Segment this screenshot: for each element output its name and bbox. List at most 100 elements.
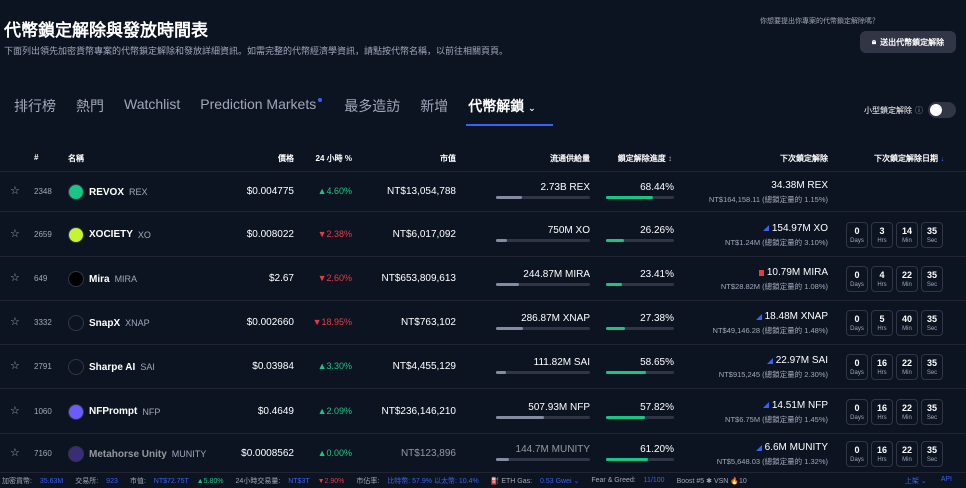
rank: 7160 [34, 449, 52, 458]
countdown-unit: Sec [926, 282, 938, 288]
page-title: 代幣鎖定解除與發放時間表 [4, 21, 208, 40]
progress-value: 57.82% [640, 401, 674, 413]
progress-bar-fill [606, 415, 646, 419]
coin-link[interactable]: Metahorse Unity MUNITY [68, 446, 206, 462]
countdown-unit: Hrs [877, 370, 887, 376]
header-progress[interactable]: 鎖定解除進度 ↕ [618, 153, 672, 164]
table-row[interactable]: ☆ 2659 XOCIETY XO $0.008022 ▼2.38% NT$6,017,09… [0, 212, 966, 257]
watchlist-star-icon[interactable]: ☆ [10, 227, 20, 240]
header-next-unlock[interactable]: 下次鎖定解除 [780, 153, 828, 164]
countdown-hrs: 3 Hrs [871, 221, 893, 248]
tab-prediction-markets[interactable]: Prediction Markets [200, 96, 323, 122]
supply-bar-fill [496, 327, 524, 330]
table-row[interactable]: ☆ 7160 Metahorse Unity MUNITY $0.0008562 ▲0.0… [0, 434, 966, 474]
unlock-type-icon [762, 402, 769, 408]
countdown-value: 0 [854, 358, 860, 368]
tab-trending[interactable]: 熱門 [76, 96, 104, 126]
tab-prediction-markets-label: Prediction Markets [200, 96, 317, 112]
coin-link[interactable]: REVOX REX [68, 184, 148, 200]
coin-name: Sharpe AI [89, 361, 136, 373]
tab-most-visited[interactable]: 最多造訪 [344, 96, 400, 126]
progress-value: 61.20% [640, 444, 674, 455]
watchlist-star-icon[interactable]: ☆ [10, 315, 20, 328]
submit-unlock-button[interactable]: 🔒︎ 送出代幣鎖定解除 [860, 31, 956, 53]
coin-link[interactable]: Sharpe AI SAI [68, 359, 155, 375]
next-unlock-detail: NT$6.75M (總鎖定量的 1.45%) [725, 414, 828, 424]
watchlist-star-icon[interactable]: ☆ [10, 404, 20, 417]
supply-value: 144.7M MUNITY [515, 444, 590, 455]
small-unlock-toggle[interactable] [928, 102, 956, 118]
countdown-min: 22 Min [896, 441, 918, 467]
countdown-value: 3 [879, 225, 885, 236]
header-change[interactable]: 24 小時 % [316, 153, 352, 164]
sharpe-icon [68, 359, 84, 375]
tab-token-unlocks-label: 代幣解鎖 [468, 98, 525, 114]
market-cap: NT$123,896 [400, 448, 456, 459]
countdown-unit: Hrs [877, 326, 887, 332]
header-supply[interactable]: 流通供給量 [550, 153, 590, 164]
countdown-unit: Min [902, 282, 912, 288]
watchlist-star-icon[interactable]: ☆ [10, 446, 20, 459]
tab-watchlist[interactable]: Watchlist [124, 96, 180, 122]
countdown-value: 4 [879, 270, 885, 280]
supply-value: 244.87M MIRA [523, 269, 590, 280]
unlock-type-icon [758, 269, 764, 276]
next-unlock-detail: NT$1.24M (總鎖定量的 3.10%) [725, 237, 828, 247]
progress-bar [606, 196, 674, 199]
tab-token-unlocks[interactable]: 代幣解鎖 ⌄ [468, 96, 535, 126]
table-row[interactable]: ☆ 1060 NFPrompt NFP $0.4649 ▲2.09% NT$236,146,… [0, 389, 966, 434]
progress-bar [606, 371, 674, 374]
unlock-type-icon [755, 444, 762, 451]
countdown-days: 0 Days [846, 354, 868, 380]
header-next-date[interactable]: 下次鎖定解除日期 ↓ [874, 153, 944, 164]
header-rank[interactable]: # [34, 153, 38, 162]
status-coins[interactable]: 加密貨幣: 35.63M [2, 476, 69, 486]
countdown-value: 35 [926, 270, 937, 280]
coin-symbol: XNAP [125, 318, 150, 328]
change-24h: ▼2.38% [317, 228, 352, 239]
progress-bar [606, 458, 674, 461]
listing-link[interactable]: 上架 ⌄ [905, 476, 927, 486]
countdown-value: 0 [854, 402, 860, 413]
status-exchanges[interactable]: 交易所: 923 [75, 476, 124, 486]
table-header: # 名稱 價格 24 小時 % 市值 流通供給量 鎖定解除進度 ↕ 下次鎖定解除… [0, 148, 966, 172]
coin-link[interactable]: NFPrompt NFP [68, 403, 160, 420]
watchlist-star-icon[interactable]: ☆ [10, 359, 20, 372]
coin-name: XOCIETY [89, 229, 133, 240]
api-link[interactable]: API [941, 476, 952, 486]
status-volume[interactable]: 24小時交易量: NT$3T ▼2.90% [236, 476, 351, 486]
submit-unlock-label: 送出代幣鎖定解除 [880, 37, 945, 47]
table-row[interactable]: ☆ 649 Mira MIRA $2.67 ▼2.60% NT$653,809,613 244… [0, 257, 966, 301]
countdown-hrs: 4 Hrs [871, 266, 893, 292]
status-mcap[interactable]: 市值: NT$72.75T ▲5.80% [130, 476, 230, 486]
status-dominance[interactable]: 市佔率: 比特幣: 57.9% 以太幣: 10.4% [356, 476, 484, 486]
next-unlock: 34.38M REX NT$164,158.11 (總鎖定量的 1.15%) [709, 180, 828, 205]
countdown-unit: Min [902, 237, 912, 244]
tab-new[interactable]: 新增 [420, 96, 448, 126]
countdown-value: 35 [926, 225, 937, 236]
watchlist-star-icon[interactable]: ☆ [10, 271, 20, 284]
market-cap: NT$653,809,613 [381, 273, 456, 284]
coin-link[interactable]: SnapX XNAP [68, 315, 150, 331]
change-24h: ▲4.60% [317, 186, 352, 196]
coin-symbol: MUNITY [171, 449, 207, 459]
status-fear-greed[interactable]: Fear & Greed: 11/100 [591, 477, 670, 484]
table-row[interactable]: ☆ 3332 SnapX XNAP $0.002660 ▼18.95% NT$763,102… [0, 301, 966, 345]
countdown-min: 14 Min [896, 221, 918, 248]
coin-link[interactable]: Mira MIRA [68, 271, 137, 287]
table-row[interactable]: ☆ 2348 REVOX REX $0.004775 ▲4.60% NT$13,054,78… [0, 172, 966, 212]
countdown-sec: 35 Sec [921, 441, 943, 467]
tab-ranking[interactable]: 排行榜 [14, 96, 56, 126]
header-name[interactable]: 名稱 [68, 153, 84, 164]
table-row[interactable]: ☆ 2791 Sharpe AI SAI $0.03984 ▲3.30% NT$4,455,… [0, 345, 966, 389]
coin-link[interactable]: XOCIETY XO [68, 226, 151, 243]
status-gas[interactable]: ⛽ ETH Gas: 0.53 Gwei ⌄ [491, 477, 586, 485]
countdown-unit: Days [850, 326, 864, 332]
status-boost[interactable]: Boost #5 ✱ VSN 🔥10 [677, 477, 747, 485]
status-bar: 加密貨幣: 35.63M 交易所: 923 市值: NT$72.75T ▲5.8… [0, 472, 966, 488]
header-price[interactable]: 價格 [278, 153, 294, 164]
header-mcap[interactable]: 市值 [440, 153, 456, 164]
market-cap: NT$236,146,210 [381, 405, 456, 417]
countdown-days: 0 Days [846, 266, 868, 292]
watchlist-star-icon[interactable]: ☆ [10, 184, 20, 197]
